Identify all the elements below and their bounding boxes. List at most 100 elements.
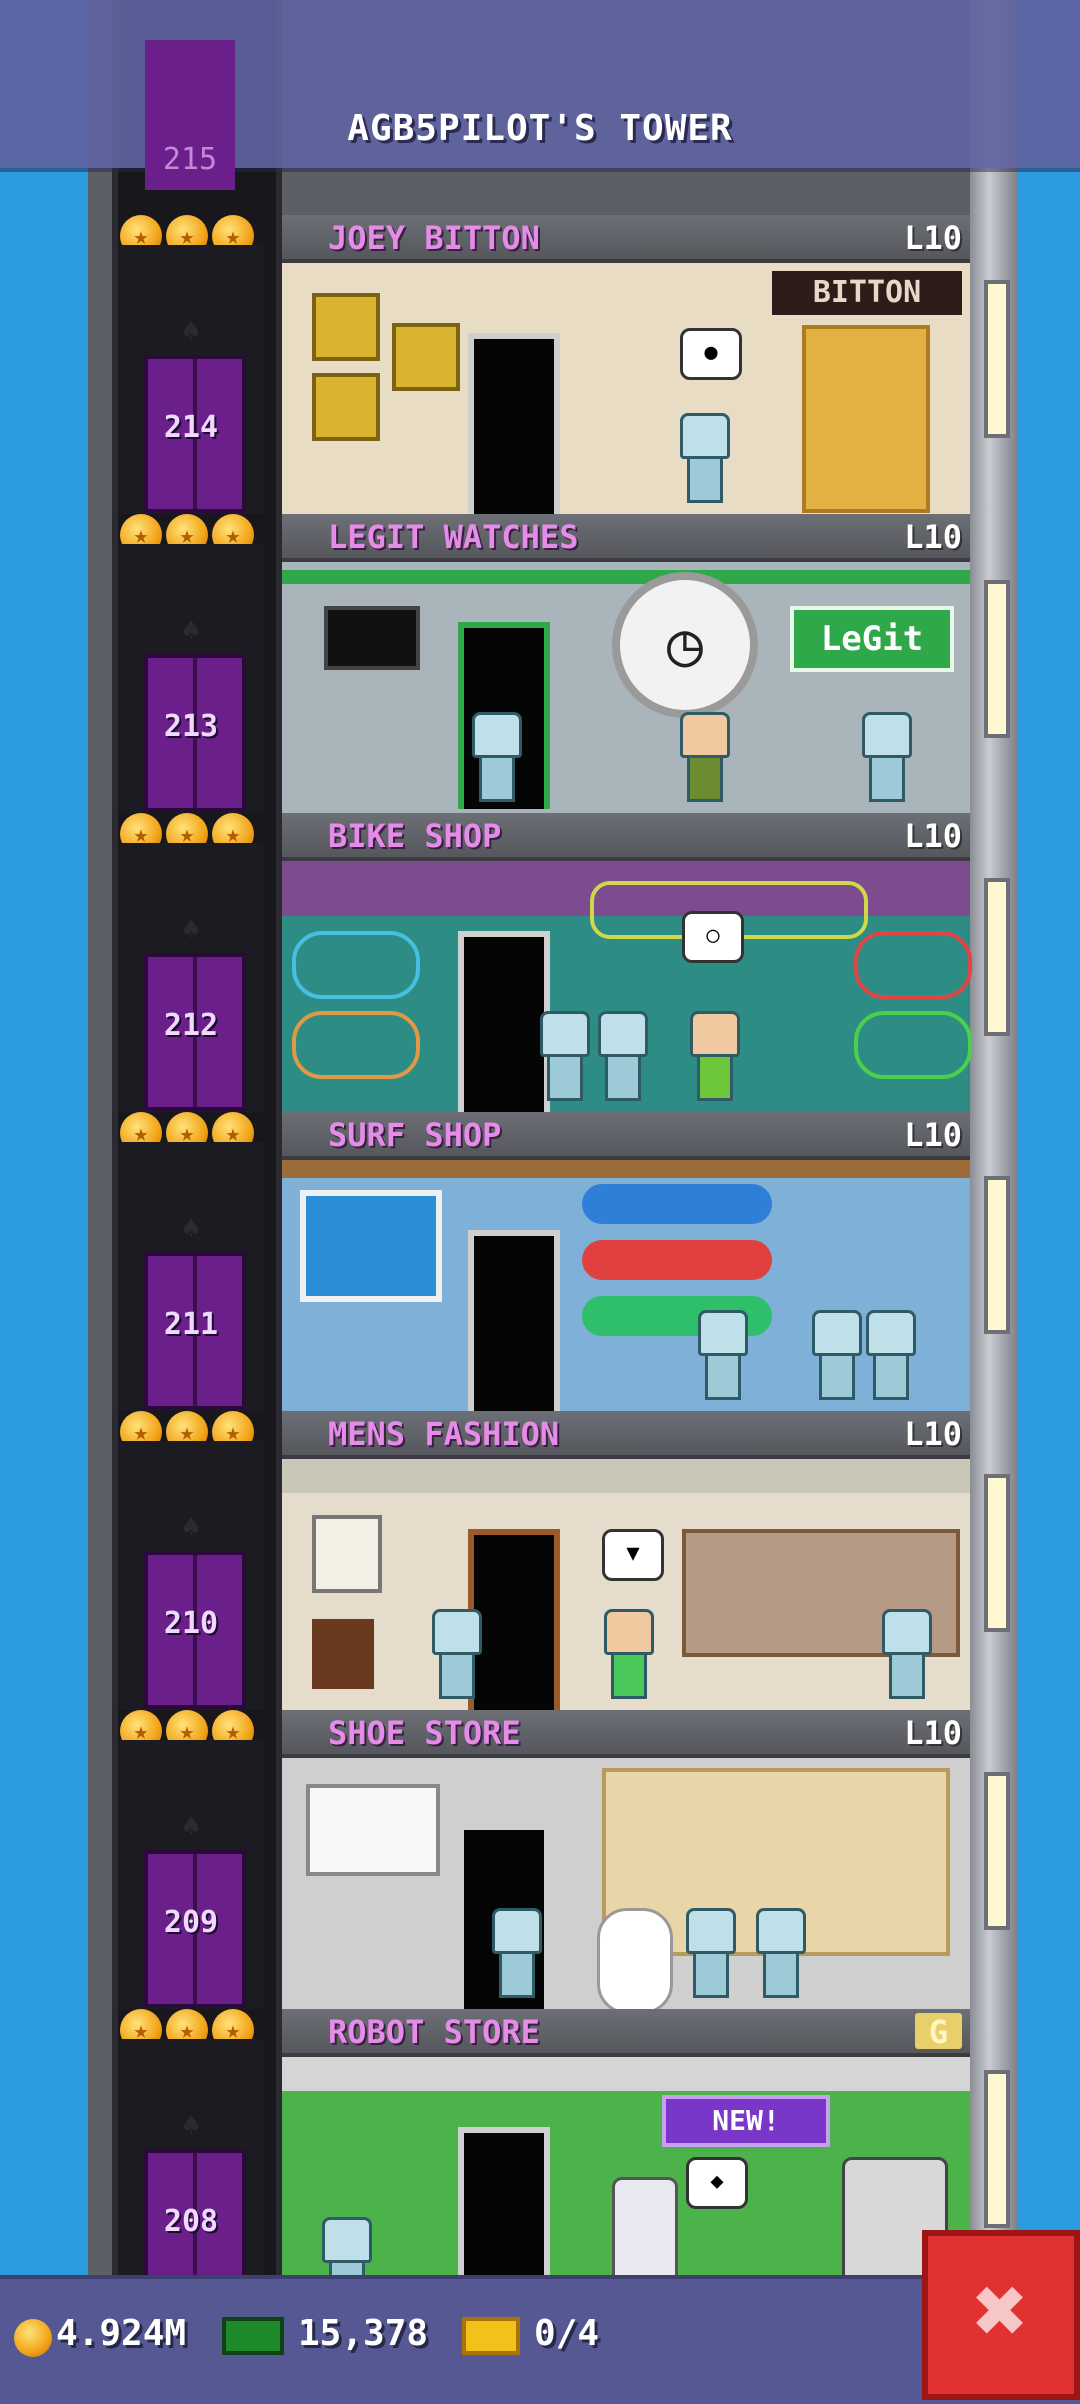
tickets-value: 0/4 (534, 2313, 600, 2354)
bat-icon: ♠ (181, 1510, 201, 1545)
tie-display (312, 1619, 374, 1689)
bux-icon (222, 2317, 284, 2355)
close-button[interactable]: ✖ (922, 2230, 1080, 2400)
speech-bubble[interactable]: ○ (682, 911, 744, 963)
bitizen[interactable] (680, 712, 730, 802)
window-light (984, 1474, 1010, 1632)
floor-213[interactable]: ★ ★ ★ ♠ 213 LEGIT WATCHES L10 ◷ LeGit (112, 514, 970, 821)
speech-bubble[interactable]: ◆ (686, 2157, 748, 2209)
floor-name-bar[interactable]: LEGIT WATCHES L10 (282, 514, 970, 562)
framed-bag-display (312, 293, 380, 361)
floor-211[interactable]: ★ ★ ★ ♠ 211 SURF SHOP L10 (112, 1112, 970, 1419)
bitizen[interactable] (698, 1310, 748, 1400)
window-light (984, 580, 1010, 738)
bitizen[interactable] (598, 1011, 648, 1101)
bitizen[interactable] (862, 712, 912, 802)
floor-number: 209 (163, 1905, 219, 1940)
floor-number: 208 (163, 2204, 219, 2239)
window-light (984, 1176, 1010, 1334)
bitizen[interactable] (866, 1310, 916, 1400)
floor-209[interactable]: ★ ★ ★ ♠ 209 SHOE STORE L10 (112, 1710, 970, 2017)
elevator-stop[interactable]: ♠ 211 (118, 1142, 264, 1411)
floor-name-bar[interactable]: ROBOT STORE G (282, 2009, 970, 2057)
floor-number: 215 (162, 142, 218, 177)
bitizen[interactable] (686, 1908, 736, 1998)
floor-208[interactable]: ★ ★ ★ ♠ 208 ROBOT STORE G NEW! ◆ (112, 2009, 970, 2316)
speech-bubble[interactable]: ▼ (602, 1529, 664, 1581)
surfboard (582, 1184, 772, 1224)
floor-210[interactable]: ★ ★ ★ ♠ 210 MENS FASHION L10 ▼ (112, 1411, 970, 1718)
floor-name-bar[interactable]: SHOE STORE L10 (282, 1710, 970, 1758)
bike-display (292, 931, 420, 999)
bux-value: 15,378 (298, 2313, 429, 2354)
straw-roof (282, 1160, 970, 1178)
bitizen[interactable] (680, 413, 730, 503)
floor-name: SURF SHOP (328, 1116, 502, 1154)
elevator-stop[interactable]: ♠ 214 (118, 245, 264, 514)
floor-name: BIKE SHOP (328, 817, 502, 855)
coins-value: 4.924M (56, 2313, 187, 2354)
floor-name: ROBOT STORE (328, 2013, 540, 2051)
clock-icon: ◷ (612, 572, 758, 718)
floor-name: MENS FASHION (328, 1415, 560, 1453)
currency-bar: 4.924M 15,378 0/4 (0, 2275, 1080, 2404)
floor-level: L10 (904, 817, 962, 855)
speech-bubble[interactable]: ● (680, 328, 742, 380)
elevator-stop[interactable]: ♠ 213 (118, 544, 264, 813)
floor-212[interactable]: ★ ★ ★ ♠ 212 BIKE SHOP L10 ○ (112, 813, 972, 1120)
floor-name-bar[interactable]: BIKE SHOP L10 (282, 813, 970, 861)
floor-215-elevator[interactable]: 215 (145, 40, 235, 190)
bike-display (854, 1011, 972, 1079)
bitizen[interactable] (492, 1908, 542, 1998)
bat-icon: ♠ (181, 2108, 201, 2143)
elevator-stop[interactable]: ♠ 208 (118, 2039, 264, 2308)
ceiling-lights (282, 1459, 970, 1493)
new-badge: NEW! (662, 2095, 830, 2147)
elevator-stop[interactable]: ♠ 210 (118, 1441, 264, 1710)
room-interior[interactable]: ▼ (282, 1459, 970, 1718)
room-interior[interactable] (282, 1160, 970, 1419)
floor-level-gold: G (914, 2013, 962, 2051)
room-interior[interactable] (282, 1758, 970, 2017)
green-trim (282, 570, 970, 584)
room-interior[interactable]: ◷ LeGit (282, 562, 970, 821)
elevator-stop[interactable]: ♠ 212 (118, 843, 264, 1112)
room-interior[interactable]: ○ (282, 861, 972, 1120)
floor-214[interactable]: ★ ★ ★ ♠ 214 JOEY BITTON L10 BITTON ● (112, 215, 970, 522)
wall-chart (312, 1515, 382, 1593)
bitizen[interactable] (432, 1609, 482, 1699)
floor-name: LEGIT WATCHES (328, 518, 579, 556)
bitizen[interactable] (690, 1011, 740, 1101)
bike-display (854, 931, 972, 999)
golden-ticket-icon (462, 2317, 520, 2355)
window-light (984, 2070, 1010, 2228)
framed-bag-display (312, 373, 380, 441)
floor-name-bar[interactable]: MENS FASHION L10 (282, 1411, 970, 1459)
surfboard (582, 1240, 772, 1280)
store-sign: BITTON (772, 271, 962, 315)
close-icon: ✖ (973, 2257, 1029, 2364)
tv-screen (324, 606, 420, 670)
room-interior[interactable]: BITTON ● (282, 263, 970, 522)
bitizen[interactable] (756, 1908, 806, 1998)
floor-level: L10 (904, 1415, 962, 1453)
bitizen[interactable] (812, 1310, 862, 1400)
store-sign: LeGit (790, 606, 954, 672)
bitizen[interactable] (604, 1609, 654, 1699)
floor-number: 211 (163, 1307, 219, 1342)
snowman-bitizen[interactable] (597, 1908, 673, 2014)
bitizen[interactable] (472, 712, 522, 802)
floor-name-bar[interactable]: JOEY BITTON L10 (282, 215, 970, 263)
floor-level: L10 (904, 518, 962, 556)
floor-name-bar[interactable]: SURF SHOP L10 (282, 1112, 970, 1160)
bat-icon: ♠ (181, 613, 201, 648)
bat-icon: ♠ (181, 912, 201, 947)
floor-name: SHOE STORE (328, 1714, 521, 1752)
tower-title: AGB5PILOT'S TOWER (347, 108, 733, 149)
shoe-poster (306, 1784, 440, 1876)
bitizen[interactable] (540, 1011, 590, 1101)
elevator-stop[interactable]: ♠ 209 (118, 1740, 264, 2009)
bitizen[interactable] (882, 1609, 932, 1699)
bat-icon: ♠ (181, 1809, 201, 1844)
wave-poster (300, 1190, 442, 1302)
